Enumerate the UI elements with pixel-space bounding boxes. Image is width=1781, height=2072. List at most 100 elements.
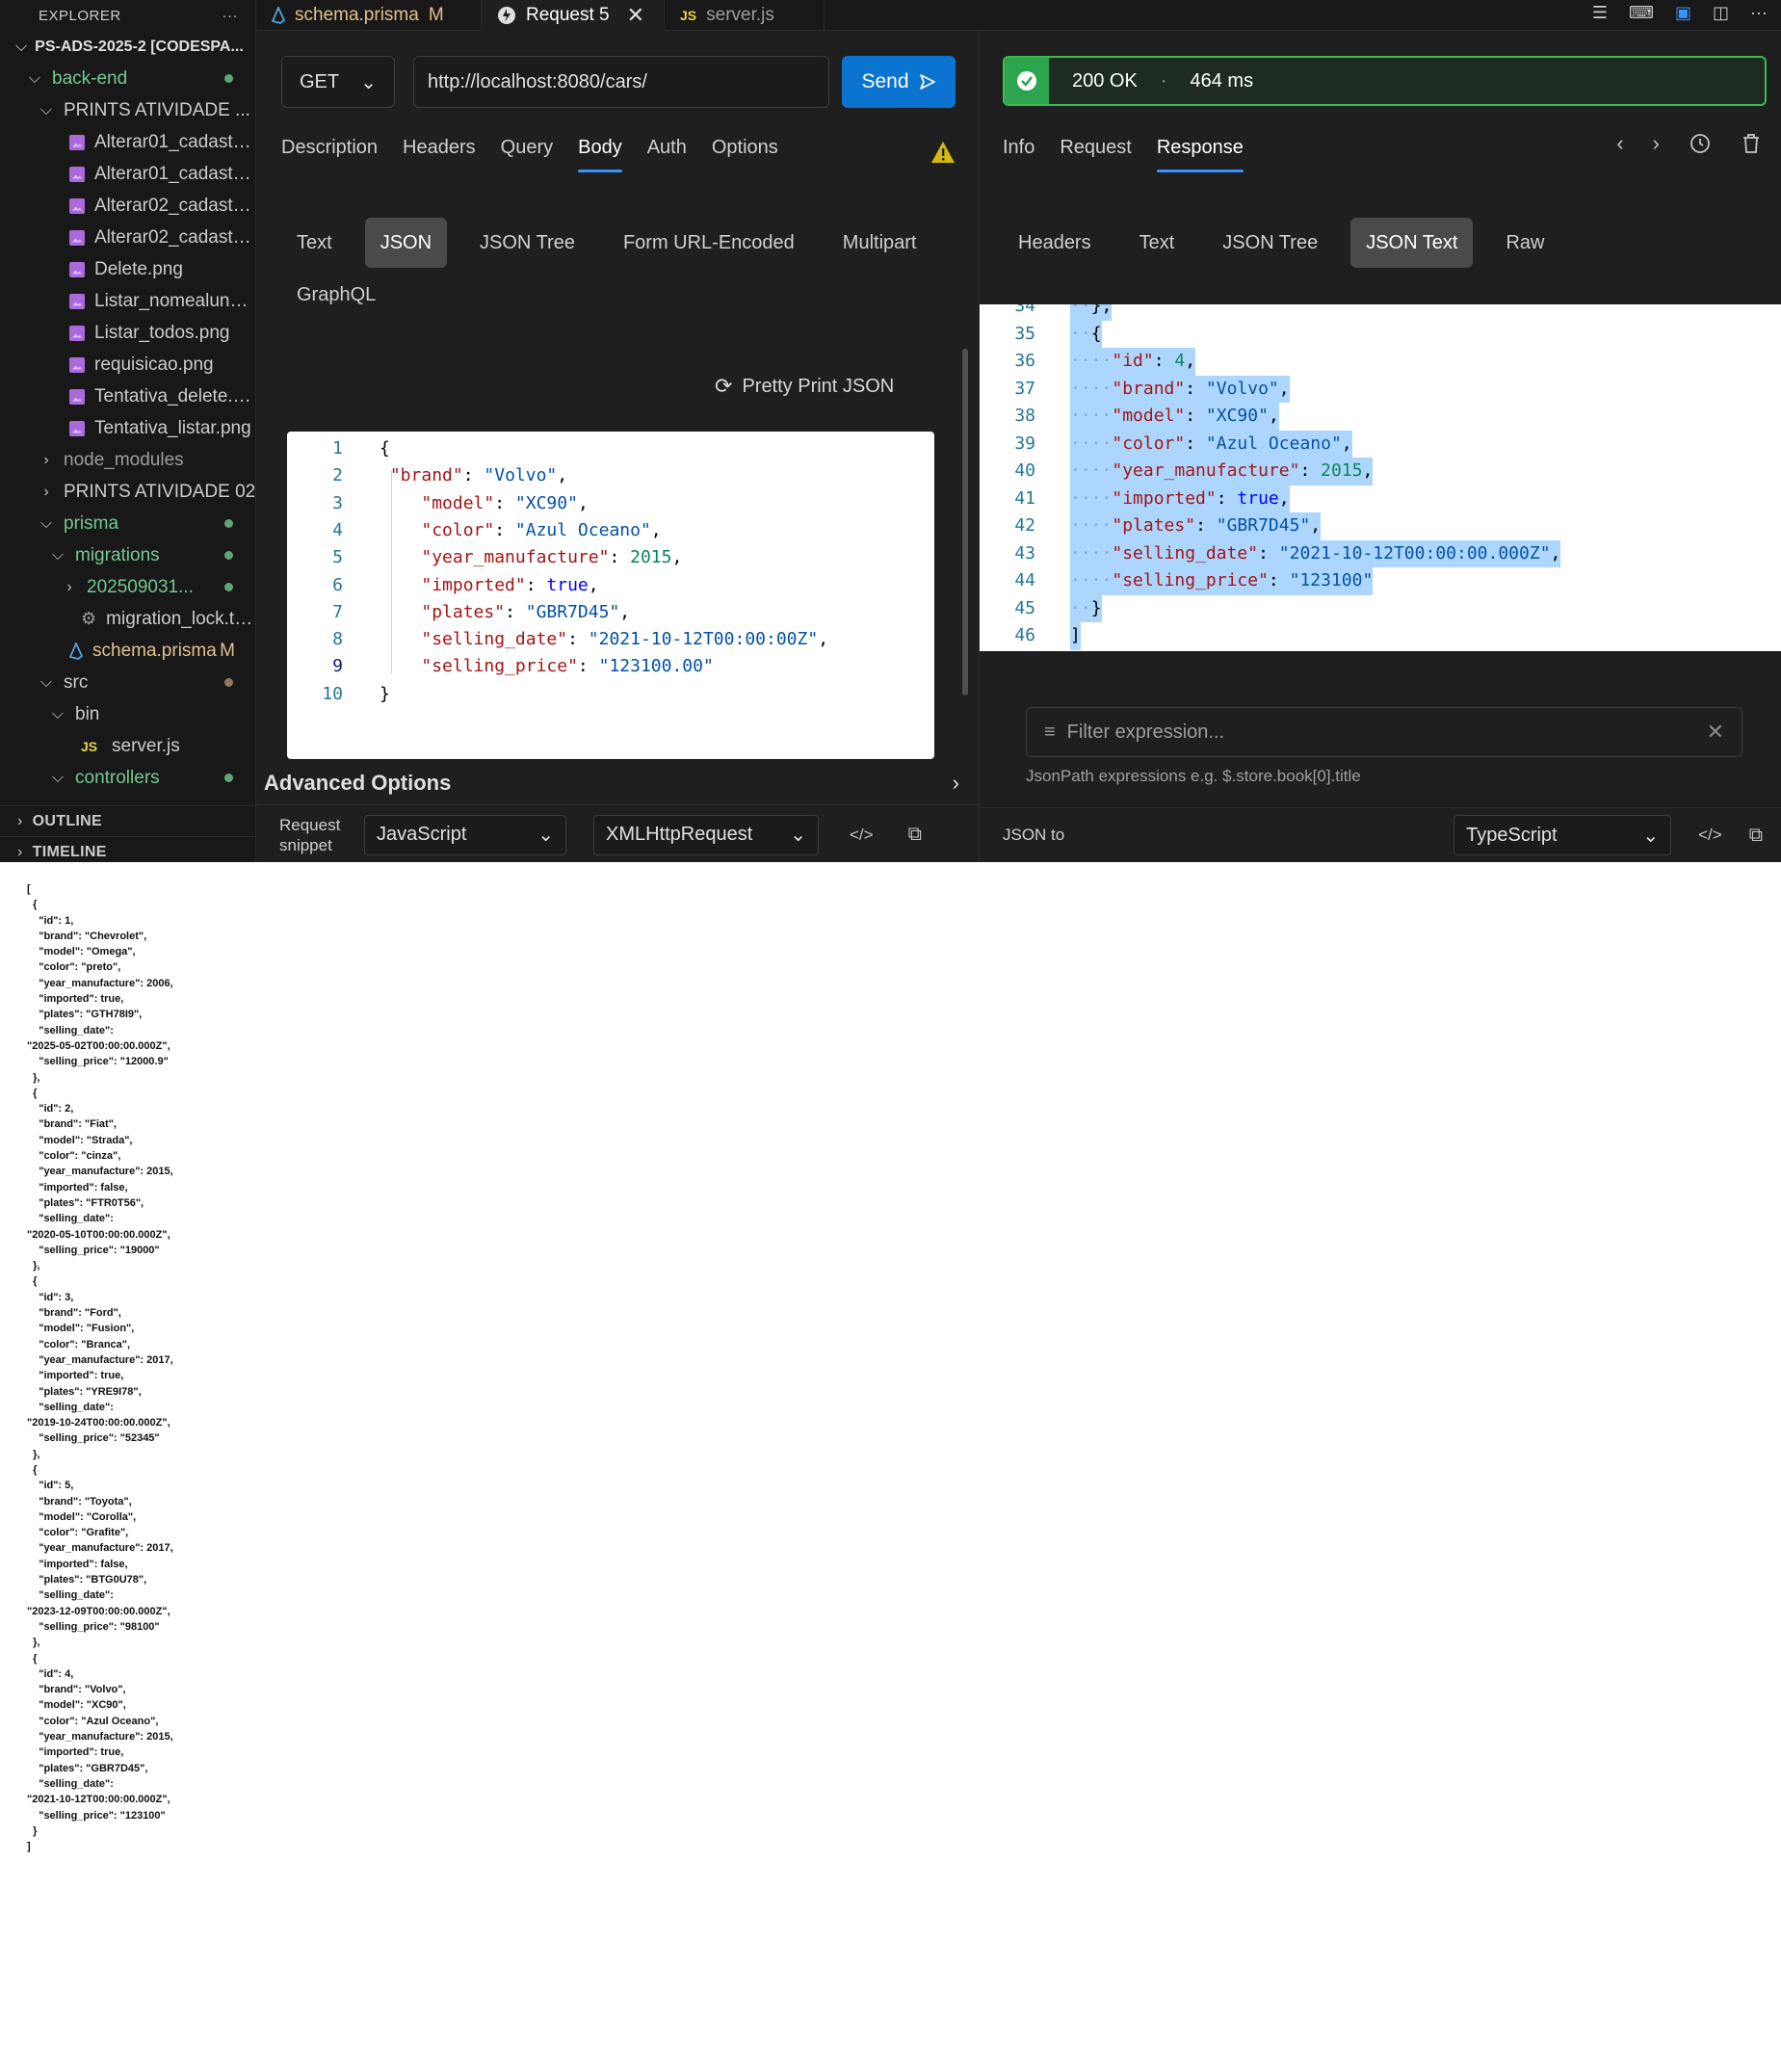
body-type-graphql[interactable]: GraphQL bbox=[281, 277, 391, 312]
comment-icon[interactable]: ⌨ bbox=[1629, 3, 1654, 23]
tab-body[interactable]: Body bbox=[578, 137, 622, 172]
more-icon[interactable]: ··· bbox=[1750, 3, 1768, 23]
scrollbar[interactable] bbox=[961, 320, 969, 724]
tree-item[interactable]: Alterar02_cadastro... bbox=[0, 190, 256, 222]
snippet-language-select[interactable]: JavaScript ⌄ bbox=[364, 814, 566, 855]
status-bar: 200 OK · 464 ms bbox=[1003, 56, 1767, 106]
tree-item[interactable]: ⌵ PRINTS ATIVIDADE ... bbox=[0, 94, 256, 126]
tab-options[interactable]: Options bbox=[712, 137, 778, 159]
tree-item[interactable]: Listar_nomealuno.... bbox=[0, 285, 256, 317]
tree-item[interactable]: JS server.js bbox=[0, 730, 256, 762]
line-content: "color": "Azul Oceano", bbox=[421, 519, 662, 540]
body-type-form[interactable]: Form URL-Encoded bbox=[608, 218, 810, 268]
workspace-root[interactable]: ⌵ PS-ADS-2025-2 [CODESPA... bbox=[0, 31, 255, 63]
pretty-print-button[interactable]: ⟳ Pretty Print JSON bbox=[715, 374, 894, 399]
outline-section[interactable]: › OUTLINE bbox=[0, 805, 256, 836]
tab-server-js[interactable]: JS server.js bbox=[665, 0, 825, 31]
tree-item[interactable]: Alterar02_cadastro... bbox=[0, 222, 256, 253]
clear-icon[interactable]: ✕ bbox=[1707, 720, 1724, 745]
modified-badge: M bbox=[428, 5, 444, 25]
tree-item[interactable]: Listar_todos.png bbox=[0, 317, 256, 349]
line-content: ····"model": "XC90", bbox=[1070, 403, 1279, 431]
response-json-viewer[interactable]: 34 ··}, 35 ··{36 ····"id": 4, 37 ····"brand": … bbox=[980, 304, 1781, 651]
tab-headers[interactable]: Headers bbox=[403, 137, 476, 159]
tree-item[interactable]: Alterar01_cadastro... bbox=[0, 158, 256, 190]
tree-item[interactable]: ⌵ prisma bbox=[0, 508, 256, 539]
tab-schema-prisma[interactable]: schema.prisma M bbox=[256, 0, 482, 31]
body-type-json[interactable]: JSON bbox=[364, 218, 448, 268]
tab-auth[interactable]: Auth bbox=[647, 137, 687, 159]
open-changes-icon[interactable]: ☰ bbox=[1592, 3, 1608, 23]
line-number: 6 bbox=[332, 574, 343, 595]
tree-item[interactable]: Tentativa_listar.png bbox=[0, 412, 256, 444]
chevron-left-icon[interactable]: ‹ bbox=[1616, 131, 1623, 156]
view-json-tree[interactable]: JSON Tree bbox=[1207, 218, 1333, 268]
tree-item[interactable]: ⌵ migrations bbox=[0, 539, 256, 571]
code-icon[interactable]: </> bbox=[1698, 826, 1722, 845]
response-time: 464 ms bbox=[1190, 69, 1254, 92]
tab-response[interactable]: Response bbox=[1156, 137, 1244, 172]
status-code: 200 OK bbox=[1072, 69, 1138, 92]
tree-item[interactable]: ⌵ src bbox=[0, 667, 256, 698]
method-select[interactable]: GET ⌄ bbox=[281, 56, 395, 108]
tab-description[interactable]: Description bbox=[281, 137, 378, 159]
tree-item[interactable]: Tentativa_delete.png bbox=[0, 380, 256, 412]
vscode-window: EXPLORER ··· ⌵ PS-ADS-2025-2 [CODESPA...… bbox=[0, 0, 1781, 862]
preview-icon[interactable]: ▣ bbox=[1675, 3, 1691, 23]
tree-item[interactable]: ⌵ bin bbox=[0, 698, 256, 730]
image-file-icon bbox=[69, 293, 85, 309]
tree-item-label: PRINTS ATIVIDADE ... bbox=[64, 99, 250, 120]
line-content: { bbox=[380, 438, 390, 459]
more-actions-icon[interactable]: ··· bbox=[223, 8, 239, 24]
url-input[interactable]: http://localhost:8080/cars/ bbox=[413, 56, 829, 108]
line-content: ··}, bbox=[1070, 304, 1113, 321]
tree-item[interactable]: ⚙ migration_lock.to... bbox=[0, 603, 256, 635]
view-text[interactable]: Text bbox=[1124, 218, 1191, 268]
body-type-multipart[interactable]: Multipart bbox=[827, 218, 932, 268]
timeline-section[interactable]: › TIMELINE bbox=[0, 836, 256, 862]
split-editor-icon[interactable]: ◫ bbox=[1713, 3, 1729, 23]
chevron-right-icon: › bbox=[952, 770, 959, 795]
tree-item[interactable]: schema.prisma M bbox=[0, 635, 256, 667]
tree-item[interactable]: Alterar01_cadastro... bbox=[0, 126, 256, 158]
tree-item[interactable]: › node_modules bbox=[0, 444, 256, 476]
view-headers[interactable]: Headers bbox=[1003, 218, 1107, 268]
line-number: 38 bbox=[1014, 406, 1035, 426]
filter-expression-input[interactable]: ≡ Filter expression... ✕ bbox=[1026, 707, 1742, 757]
json-to-language-select[interactable]: TypeScript ⌄ bbox=[1454, 815, 1672, 855]
body-type-json-tree[interactable]: JSON Tree bbox=[464, 218, 590, 268]
close-icon[interactable]: ✕ bbox=[627, 3, 644, 28]
tab-request[interactable]: Request bbox=[1060, 137, 1132, 159]
tree-item[interactable]: ⌵ controllers bbox=[0, 762, 256, 794]
copy-icon[interactable]: ⧉ bbox=[908, 824, 922, 846]
view-json-text[interactable]: JSON Text bbox=[1350, 218, 1474, 268]
tree-item[interactable]: ⌵ back-end bbox=[0, 63, 256, 94]
tree-item[interactable]: requisicao.png bbox=[0, 349, 256, 380]
line-number: 2 bbox=[332, 465, 343, 486]
request-body-editor[interactable]: 1 {2 "brand": "Volvo", 3 "model": "XC90", 4… bbox=[287, 432, 934, 759]
copy-icon[interactable]: ⧉ bbox=[1749, 825, 1763, 847]
send-button[interactable]: Send bbox=[842, 56, 956, 108]
snippet-client-select[interactable]: XMLHttpRequest ⌄ bbox=[593, 814, 819, 855]
tree-item-label: 202509031... bbox=[87, 576, 194, 597]
timeline-label: TIMELINE bbox=[32, 843, 107, 860]
tab-request-5[interactable]: Request 5 ✕ bbox=[482, 0, 665, 31]
line-content: ····"selling_date": "2021-10-12T00:00:00… bbox=[1070, 539, 1561, 567]
git-status-dot bbox=[224, 583, 233, 591]
trash-icon[interactable] bbox=[1741, 132, 1762, 155]
chevron-down-icon: ⌄ bbox=[790, 825, 806, 846]
scrollbar-thumb[interactable] bbox=[962, 349, 968, 695]
chevron-right-icon[interactable]: › bbox=[1653, 131, 1660, 156]
view-raw[interactable]: Raw bbox=[1490, 218, 1559, 268]
history-icon[interactable] bbox=[1689, 132, 1712, 155]
advanced-options[interactable]: Advanced Options › bbox=[256, 761, 979, 805]
code-icon[interactable]: </> bbox=[850, 826, 874, 845]
warning-icon[interactable] bbox=[930, 141, 956, 164]
tree-item[interactable]: › PRINTS ATIVIDADE 02 bbox=[0, 476, 256, 508]
tree-item[interactable]: › 202509031... bbox=[0, 571, 256, 603]
tab-info[interactable]: Info bbox=[1003, 137, 1035, 159]
tab-query[interactable]: Query bbox=[501, 137, 553, 159]
tree-item[interactable]: Delete.png bbox=[0, 253, 256, 285]
tab-label: Request 5 bbox=[526, 5, 610, 25]
body-type-text[interactable]: Text bbox=[281, 218, 348, 268]
